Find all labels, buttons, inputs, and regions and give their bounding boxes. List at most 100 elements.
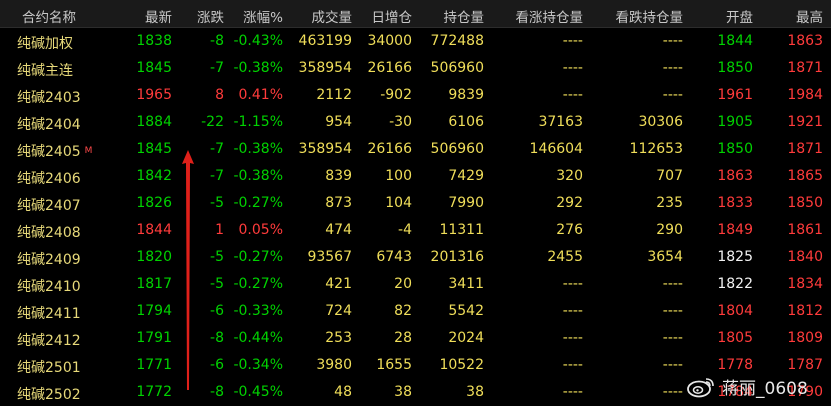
- cell-open-price: 1850: [717, 60, 753, 76]
- quote-table: 合约名称 最新 涨跌 涨幅% 成交量 日增仓 持仓量 看涨持仓量 看跌持仓量 开盘 最高 纯碱加权 1…: [0, 0, 831, 406]
- cell-volume: 421: [325, 276, 352, 292]
- cell-change-pct: -0.43%: [233, 33, 283, 49]
- cell-change: 1: [215, 222, 224, 238]
- cell-change-pct: -0.44%: [233, 330, 283, 346]
- cell-oi-change: 28: [394, 330, 412, 346]
- cell-open-price: 1961: [717, 87, 753, 103]
- cell-open-interest: 7990: [448, 195, 484, 211]
- contract-name-text: 纯碱2405: [17, 144, 81, 160]
- cell-volume: 48: [334, 384, 352, 400]
- cell-open-interest: 5542: [448, 303, 484, 319]
- contract-name-text: 纯碱2412: [17, 333, 81, 349]
- cell-open-interest: 7429: [448, 168, 484, 184]
- header-change[interactable]: 涨跌: [197, 6, 224, 26]
- cell-put-oi: ----: [662, 384, 683, 400]
- cell-put-oi: ----: [662, 303, 683, 319]
- cell-high-price: 1865: [787, 168, 823, 184]
- cell-oi-change: 1655: [376, 357, 412, 373]
- cell-open-interest: 201316: [430, 249, 484, 265]
- cell-open-price: 1863: [717, 168, 753, 184]
- cell-high-price: 1863: [787, 33, 823, 49]
- cell-change-pct: -0.33%: [233, 303, 283, 319]
- cell-open-price: 1825: [717, 249, 753, 265]
- cell-open-interest: 3411: [448, 276, 484, 292]
- cell-open-interest: 506960: [430, 141, 484, 157]
- cell-put-oi: 30306: [638, 114, 683, 130]
- cell-call-oi: ----: [562, 276, 583, 292]
- cell-volume: 358954: [298, 60, 352, 76]
- table-row[interactable]: 纯碱2408 1844 1 0.05% 474 -4 11311 276 290 1849 1861: [0, 217, 831, 244]
- header-change-pct[interactable]: 涨幅%: [243, 6, 283, 26]
- table-row[interactable]: 纯碱2403 1965 8 0.41% 2112 -902 9839 ---- ---- 1961…: [0, 82, 831, 109]
- cell-volume: 954: [325, 114, 352, 130]
- header-open-price[interactable]: 开盘: [726, 6, 753, 26]
- header-put-oi[interactable]: 看跌持仓量: [616, 6, 684, 26]
- cell-volume: 474: [325, 222, 352, 238]
- cell-last-price: 1845: [136, 141, 172, 157]
- cell-volume: 839: [325, 168, 352, 184]
- cell-high-price: 1871: [787, 60, 823, 76]
- cell-change: -5: [210, 276, 224, 292]
- cell-open-price: 1905: [717, 114, 753, 130]
- cell-last-price: 1845: [136, 60, 172, 76]
- table-row[interactable]: 纯碱2411 1794 -6 -0.33% 724 82 5542 ---- ---- 1804 1…: [0, 298, 831, 325]
- cell-open-interest: 10522: [439, 357, 484, 373]
- table-row[interactable]: 纯碱2406 1842 -7 -0.38% 839 100 7429 320 707 1863 18…: [0, 163, 831, 190]
- cell-change: -6: [210, 357, 224, 373]
- contract-name-text: 纯碱2408: [17, 225, 81, 241]
- cell-change: 8: [215, 87, 224, 103]
- cell-volume: 253: [325, 330, 352, 346]
- table-row[interactable]: 纯碱2405 M 1845 -7 -0.38% 358954 26166 506960 1466…: [0, 136, 831, 163]
- table-row[interactable]: 纯碱2410 1817 -5 -0.27% 421 20 3411 ---- ---- 1822 1…: [0, 271, 831, 298]
- header-call-oi[interactable]: 看涨持仓量: [516, 6, 584, 26]
- header-contract-name[interactable]: 合约名称: [22, 6, 76, 26]
- header-volume[interactable]: 成交量: [312, 6, 353, 26]
- cell-call-oi: ----: [562, 87, 583, 103]
- contract-name-text: 纯碱2403: [17, 90, 81, 106]
- cell-open-price: 1822: [717, 276, 753, 292]
- table-row[interactable]: 纯碱加权 1838 -8 -0.43% 463199 34000 772488 ---- ---…: [0, 28, 831, 55]
- cell-contract-name: 纯碱2409: [17, 249, 81, 269]
- table-row[interactable]: 纯碱2404 1884 -22 -1.15% 954 -30 6106 37163 30306 1…: [0, 109, 831, 136]
- table-row[interactable]: 纯碱2409 1820 -5 -0.27% 93567 6743 201316 2455 365…: [0, 244, 831, 271]
- cell-open-interest: 506960: [430, 60, 484, 76]
- cell-oi-change: -902: [380, 87, 412, 103]
- cell-volume: 873: [325, 195, 352, 211]
- cell-contract-name: 纯碱2502: [17, 384, 81, 404]
- contract-name-text: 纯碱2410: [17, 279, 81, 295]
- cell-call-oi: ----: [562, 303, 583, 319]
- cell-change-pct: -0.38%: [233, 168, 283, 184]
- cell-high-price: 1787: [787, 357, 823, 373]
- cell-change: -5: [210, 195, 224, 211]
- header-high-price[interactable]: 最高: [796, 6, 823, 26]
- cell-call-oi: 146604: [529, 141, 583, 157]
- contract-name-text: 纯碱2501: [17, 360, 81, 376]
- cell-call-oi: ----: [562, 60, 583, 76]
- table-row[interactable]: 纯碱2412 1791 -8 -0.44% 253 28 2024 ---- ---- 1805 1…: [0, 325, 831, 352]
- table-row[interactable]: 纯碱2407 1826 -5 -0.27% 873 104 7990 292 235 1833 18…: [0, 190, 831, 217]
- cell-open-interest: 6106: [448, 114, 484, 130]
- cell-oi-change: 20: [394, 276, 412, 292]
- cell-contract-name: 纯碱主连: [17, 60, 73, 80]
- header-last-price[interactable]: 最新: [145, 6, 172, 26]
- cell-put-oi: ----: [662, 60, 683, 76]
- cell-change: -7: [210, 141, 224, 157]
- table-row[interactable]: 纯碱主连 1845 -7 -0.38% 358954 26166 506960 ---- ---…: [0, 55, 831, 82]
- cell-open-interest: 772488: [430, 33, 484, 49]
- contract-name-text: 纯碱2407: [17, 198, 81, 214]
- header-oi-change[interactable]: 日增仓: [372, 6, 413, 26]
- cell-oi-change: 104: [385, 195, 412, 211]
- cell-change-pct: 0.05%: [238, 222, 283, 238]
- cell-contract-name: 纯碱2501: [17, 357, 81, 377]
- cell-contract-name: 纯碱2408: [17, 222, 81, 242]
- cell-call-oi: ----: [562, 384, 583, 400]
- cell-put-oi: ----: [662, 276, 683, 292]
- cell-last-price: 1794: [136, 303, 172, 319]
- cell-put-oi: 290: [656, 222, 683, 238]
- cell-oi-change: 100: [385, 168, 412, 184]
- header-open-interest[interactable]: 持仓量: [444, 6, 485, 26]
- cell-high-price: 1812: [787, 303, 823, 319]
- cell-change-pct: -1.15%: [233, 114, 283, 130]
- cell-last-price: 1884: [136, 114, 172, 130]
- cell-call-oi: 276: [556, 222, 583, 238]
